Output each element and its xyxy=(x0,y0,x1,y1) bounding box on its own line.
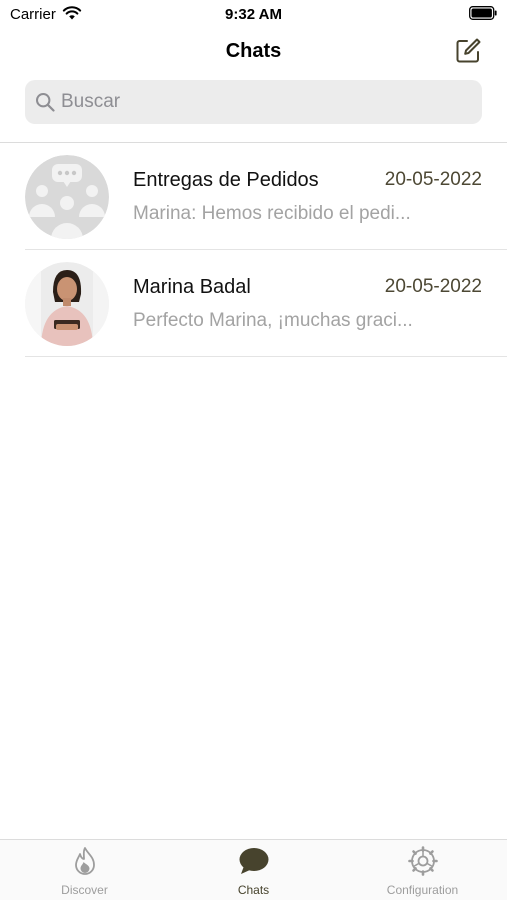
tab-chats[interactable]: Chats xyxy=(169,840,338,900)
search-icon xyxy=(36,93,55,112)
tab-label: Configuration xyxy=(386,883,459,897)
chat-preview: Marina: Hemos recibido el pedi... xyxy=(133,203,411,224)
compose-icon xyxy=(456,38,481,63)
search-input[interactable] xyxy=(61,80,471,124)
person-avatar xyxy=(25,262,109,346)
divider xyxy=(25,356,507,357)
tab-label: Chats xyxy=(237,883,270,897)
tab-bar: Discover Chats Configuration xyxy=(0,839,507,900)
search-bar xyxy=(25,80,482,124)
chat-name: Marina Badal xyxy=(133,276,251,298)
chat-date: 20-05-2022 xyxy=(384,276,482,297)
tab-configuration[interactable]: Configuration xyxy=(338,840,507,900)
settings-gear-icon xyxy=(408,846,438,876)
group-avatar xyxy=(25,155,109,239)
chat-row[interactable]: Entregas de Pedidos 20-05-2022 Marina: H… xyxy=(0,143,507,250)
tab-label: Discover xyxy=(61,883,108,897)
chat-name: Entregas de Pedidos xyxy=(133,169,319,191)
compose-button[interactable] xyxy=(453,36,483,66)
status-bar: Carrier 9:32 AM xyxy=(0,0,507,30)
chat-list: Entregas de Pedidos 20-05-2022 Marina: H… xyxy=(0,143,507,357)
chat-preview: Perfecto Marina, ¡muchas graci... xyxy=(133,310,413,331)
navigation-bar: Chats xyxy=(0,32,507,74)
status-time: 9:32 AM xyxy=(225,6,282,23)
page-title: Chats xyxy=(225,40,282,62)
flame-icon xyxy=(75,847,95,875)
tab-discover[interactable]: Discover xyxy=(0,840,169,900)
chat-row[interactable]: Marina Badal 20-05-2022 Perfecto Marina,… xyxy=(0,250,507,357)
battery-icon xyxy=(469,6,497,20)
chat-date: 20-05-2022 xyxy=(384,169,482,190)
chat-bubble-icon xyxy=(239,848,269,874)
